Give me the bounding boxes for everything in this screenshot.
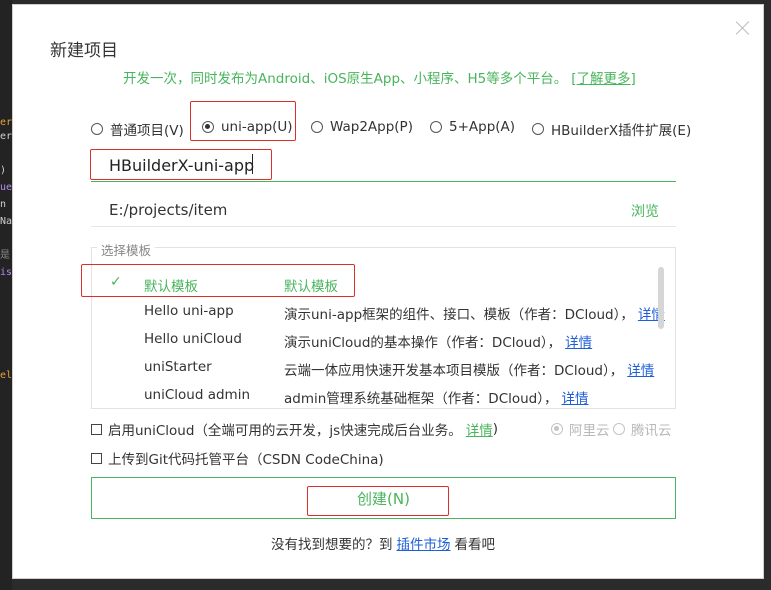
- template-detail-link[interactable]: 详情: [562, 391, 589, 407]
- unicloud-label-suffix: ): [492, 421, 498, 437]
- template-name: uniCloud admin: [144, 387, 251, 403]
- radio-label: uni-app(U): [221, 119, 293, 135]
- radio-label: 5+App(A): [449, 119, 516, 135]
- radio-tencent-cloud[interactable]: 腾讯云: [613, 419, 672, 439]
- code-fragment: er: [0, 131, 12, 142]
- footer-hint: 没有找到想要的？到 插件市场 看看吧: [13, 533, 753, 553]
- template-desc-text: admin管理系统基础框架（作者：DCloud），: [284, 391, 558, 407]
- radio-icon: [430, 121, 442, 133]
- radio-wap2app[interactable]: Wap2App(P): [311, 119, 413, 135]
- template-desc: admin管理系统基础框架（作者：DCloud）， 详情: [284, 387, 589, 407]
- subtitle-text: 开发一次，同时发布为Android、iOS原生App、小程序、H5等多个平台。: [123, 71, 568, 87]
- project-name-input[interactable]: [91, 150, 676, 182]
- browse-button[interactable]: 浏览: [631, 201, 659, 221]
- radio-hbuilderx-plugin[interactable]: HBuilderX插件扩展(E): [532, 119, 691, 139]
- radio-icon: [613, 423, 625, 435]
- template-item-unicloud-admin[interactable]: uniCloud admin admin管理系统基础框架（作者：DCloud），…: [92, 382, 662, 408]
- dialog-subtitle: 开发一次，同时发布为Android、iOS原生App、小程序、H5等多个平台。[…: [123, 67, 636, 87]
- radio-checked-icon: [202, 121, 214, 133]
- code-fragment: is: [0, 267, 12, 278]
- radio-label: 阿里云: [569, 423, 610, 439]
- check-icon: ✓: [110, 274, 122, 290]
- template-item-hello-unicloud[interactable]: Hello uniCloud 演示uniCloud的基本操作（作者：DCloud…: [92, 326, 662, 354]
- template-item-default[interactable]: ✓ 默认模板 默认模板: [92, 270, 662, 298]
- text-caret: [252, 154, 253, 174]
- background-editor: er er ) ue n Na 是 is el: [0, 0, 12, 590]
- template-scrollbar[interactable]: [658, 267, 664, 329]
- code-fragment: ): [0, 165, 7, 176]
- close-icon[interactable]: [733, 18, 753, 38]
- radio-normal-project[interactable]: 普通项目(V): [91, 119, 184, 139]
- unicloud-label: 启用uniCloud（全端可用的云开发，js快速完成后台业务。: [108, 423, 462, 439]
- template-desc: 演示uniCloud的基本操作（作者：DCloud）， 详情: [284, 331, 592, 351]
- template-item-hello-uni-app[interactable]: Hello uni-app 演示uni-app框架的组件、接口、模板（作者：DC…: [92, 298, 665, 326]
- checkbox-icon: [91, 452, 102, 464]
- code-fragment: ue: [0, 182, 12, 193]
- code-fragment: el: [0, 370, 12, 381]
- template-desc-text: 演示uni-app框架的组件、接口、模板（作者：DCloud），: [284, 307, 634, 323]
- radio-5plus-app[interactable]: 5+App(A): [430, 119, 515, 135]
- template-name: uniStarter: [144, 359, 212, 375]
- template-item-unistarter[interactable]: uniStarter 云端一体应用快速开发基本项目模版（作者：DCloud），详…: [92, 354, 662, 382]
- radio-checked-icon: [551, 423, 563, 435]
- template-detail-link[interactable]: 详情: [565, 335, 592, 351]
- footer-prefix: 没有找到想要的？到: [271, 537, 393, 553]
- learn-more-link[interactable]: [了解更多]: [571, 71, 636, 87]
- code-fragment: Na: [0, 216, 12, 227]
- template-name: 默认模板: [144, 279, 198, 295]
- plugin-market-link[interactable]: 插件市场: [397, 537, 451, 553]
- template-list: ✓ 默认模板 默认模板 Hello uni-app 演示uni-app框架的组件…: [91, 247, 676, 409]
- template-desc-text: 云端一体应用快速开发基本项目模版（作者：DCloud），: [284, 363, 624, 379]
- radio-label: 普通项目(V): [110, 123, 184, 139]
- template-detail-link[interactable]: 详情: [627, 363, 654, 379]
- project-type-group: 普通项目(V) uni-app(U) Wap2App(P) 5+App(A) H…: [91, 119, 761, 143]
- code-fragment: er: [0, 117, 12, 128]
- create-button[interactable]: 创建(N): [91, 477, 676, 519]
- radio-label: Wap2App(P): [330, 119, 413, 135]
- radio-icon: [532, 123, 544, 135]
- template-desc: 云端一体应用快速开发基本项目模版（作者：DCloud）， 详情: [284, 359, 654, 379]
- code-fragment: n: [0, 199, 7, 210]
- new-project-dialog: 新建项目 开发一次，同时发布为Android、iOS原生App、小程序、H5等多…: [12, 4, 764, 579]
- radio-aliyun[interactable]: 阿里云: [551, 419, 610, 439]
- radio-uni-app[interactable]: uni-app(U): [202, 119, 293, 135]
- unicloud-checkbox[interactable]: 启用uniCloud（全端可用的云开发，js快速完成后台业务。 详情): [91, 419, 498, 439]
- checkbox-icon: [91, 423, 102, 435]
- footer-suffix: 看看吧: [454, 537, 496, 553]
- template-name: Hello uniCloud: [144, 331, 242, 347]
- radio-icon: [91, 123, 103, 135]
- template-name: Hello uni-app: [144, 303, 234, 319]
- unicloud-detail-link[interactable]: 详情: [466, 419, 493, 439]
- template-desc: 默认模板: [284, 279, 338, 295]
- code-fragment: 是: [0, 250, 10, 261]
- dialog-title: 新建项目: [50, 41, 118, 61]
- template-legend: 选择模板: [97, 240, 156, 259]
- radio-icon: [311, 121, 323, 133]
- template-desc: 演示uni-app框架的组件、接口、模板（作者：DCloud）， 详情: [284, 303, 665, 323]
- template-desc-text: 演示uniCloud的基本操作（作者：DCloud），: [284, 335, 562, 351]
- radio-label: 腾讯云: [631, 423, 672, 439]
- git-upload-label: 上传到Git代码托管平台（CSDN CodeChina): [108, 452, 384, 468]
- project-path-input[interactable]: [91, 193, 676, 227]
- radio-label: HBuilderX插件扩展(E): [551, 123, 692, 139]
- git-upload-checkbox[interactable]: 上传到Git代码托管平台（CSDN CodeChina): [91, 448, 384, 468]
